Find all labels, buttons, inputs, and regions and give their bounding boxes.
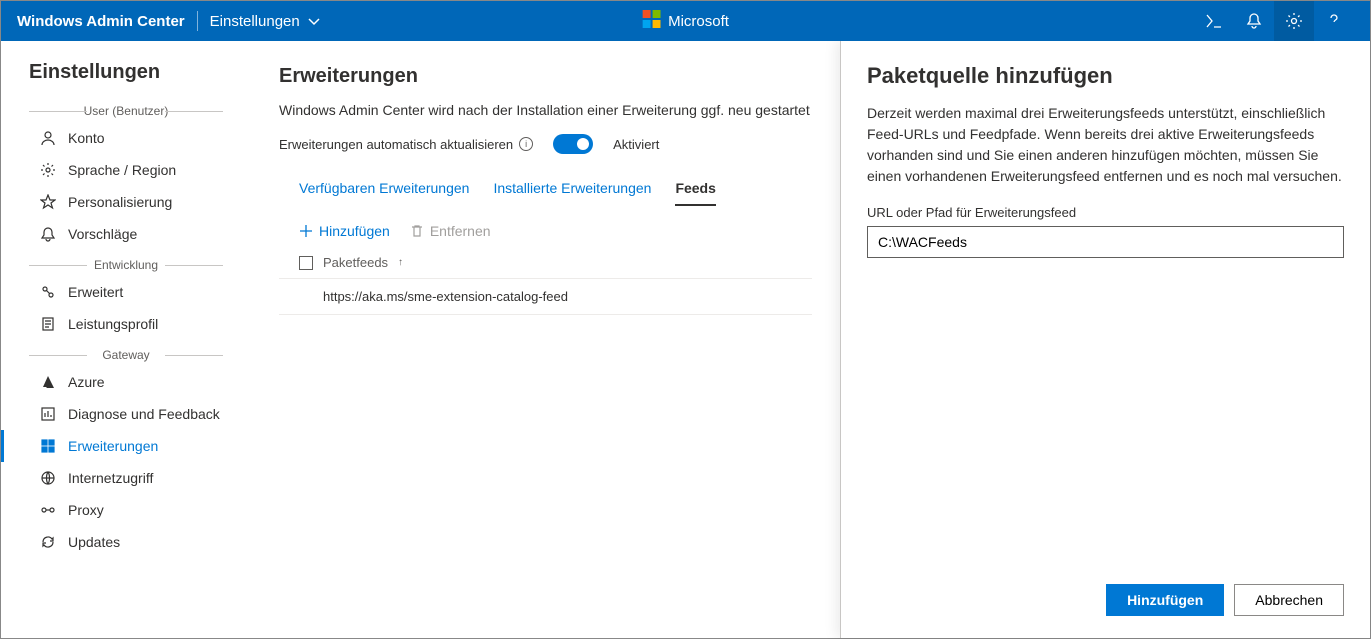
main-heading: Erweiterungen: [279, 65, 812, 88]
panel-heading: Paketquelle hinzufügen: [867, 63, 1344, 89]
tab-feeds[interactable]: Feeds: [675, 172, 715, 206]
auto-update-row: Erweiterungen automatisch aktualisieren …: [279, 134, 812, 154]
brand-label: Microsoft: [668, 13, 729, 30]
console-icon[interactable]: [1194, 1, 1234, 41]
app-title[interactable]: Windows Admin Center: [17, 13, 185, 30]
nav-proxy[interactable]: Proxy: [1, 494, 251, 526]
proxy-icon: [40, 502, 56, 518]
panel-description: Derzeit werden maximal drei Erweiterungs…: [867, 103, 1344, 187]
notification-icon[interactable]: [1234, 1, 1274, 41]
tabs: Verfügbaren Erweiterungen Installierte E…: [279, 172, 812, 207]
nav-label: Erweitert: [68, 284, 123, 300]
globe-icon: [40, 470, 56, 486]
brand: Microsoft: [642, 10, 729, 32]
nav-label: Leistungsprofil: [68, 316, 158, 332]
star-icon: [40, 194, 56, 210]
nav-vorschlaege[interactable]: Vorschläge: [1, 218, 251, 250]
topbar: Windows Admin Center Einstellungen Micro…: [1, 1, 1370, 41]
content: Einstellungen User (Benutzer) Konto Spra…: [1, 41, 1370, 638]
extensions-icon: [40, 438, 56, 454]
main: Erweiterungen Windows Admin Center wird …: [251, 41, 840, 638]
topbar-right: [1194, 1, 1354, 41]
microsoft-logo-icon: [642, 10, 660, 32]
azure-icon: [40, 374, 56, 390]
nav-label: Personalisierung: [68, 194, 172, 210]
nav-diagnose[interactable]: Diagnose und Feedback: [1, 398, 251, 430]
section-dev: Entwicklung: [29, 258, 223, 272]
person-icon: [40, 130, 56, 146]
settings-icon[interactable]: [1274, 1, 1314, 41]
chevron-down-icon: [306, 13, 322, 29]
nav-personalisierung[interactable]: Personalisierung: [1, 186, 251, 218]
gear-icon: [40, 162, 56, 178]
toolbar: Hinzufügen Entfernen: [279, 215, 812, 247]
nav-label: Updates: [68, 534, 120, 550]
divider: [197, 11, 198, 31]
help-icon[interactable]: [1314, 1, 1354, 41]
cancel-button[interactable]: Abbrechen: [1234, 584, 1344, 616]
tab-installed[interactable]: Installierte Erweiterungen: [493, 172, 651, 206]
info-icon[interactable]: i: [519, 137, 533, 151]
nav-label: Proxy: [68, 502, 104, 518]
sidebar: Einstellungen User (Benutzer) Konto Spra…: [1, 41, 251, 638]
tab-available[interactable]: Verfügbaren Erweiterungen: [299, 172, 469, 206]
nav-leistung[interactable]: Leistungsprofil: [1, 308, 251, 340]
chart-icon: [40, 406, 56, 422]
section-user: User (Benutzer): [29, 104, 223, 118]
toggle-state: Aktiviert: [613, 137, 659, 152]
input-label: URL oder Pfad für Erweiterungsfeed: [867, 205, 1344, 220]
nav-updates[interactable]: Updates: [1, 526, 251, 558]
nav-erweiterungen[interactable]: Erweiterungen: [1, 430, 251, 462]
page-heading: Einstellungen: [1, 61, 251, 96]
table-header: Paketfeeds ↑: [279, 247, 812, 279]
submit-button[interactable]: Hinzufügen: [1106, 584, 1224, 616]
wrench-icon: [40, 284, 56, 300]
trash-icon: [410, 224, 424, 238]
remove-button: Entfernen: [410, 223, 491, 239]
column-header[interactable]: Paketfeeds: [323, 255, 388, 270]
nav-konto[interactable]: Konto: [1, 122, 251, 154]
nav-azure[interactable]: Azure: [1, 366, 251, 398]
nav-erweitert[interactable]: Erweitert: [1, 276, 251, 308]
auto-update-toggle[interactable]: [553, 134, 593, 154]
table-row[interactable]: https://aka.ms/sme-extension-catalog-fee…: [279, 279, 812, 315]
nav-label: Internetzugriff: [68, 470, 153, 486]
side-panel: Paketquelle hinzufügen Derzeit werden ma…: [840, 41, 1370, 638]
nav-label: Sprache / Region: [68, 162, 176, 178]
refresh-icon: [40, 534, 56, 550]
feed-url-input[interactable]: [867, 226, 1344, 258]
section-gateway: Gateway: [29, 348, 223, 362]
nav-label: Erweiterungen: [68, 438, 158, 454]
auto-update-label: Erweiterungen automatisch aktualisieren …: [279, 137, 533, 152]
panel-footer: Hinzufügen Abbrechen: [867, 584, 1344, 616]
nav-label: Konto: [68, 130, 105, 146]
breadcrumb-settings[interactable]: Einstellungen: [210, 13, 322, 30]
nav-label: Vorschläge: [68, 226, 137, 242]
sort-ascending-icon: ↑: [398, 257, 403, 268]
main-subtitle: Windows Admin Center wird nach der Insta…: [279, 102, 812, 118]
nav-label: Diagnose und Feedback: [68, 406, 220, 422]
nav-internet[interactable]: Internetzugriff: [1, 462, 251, 494]
plus-icon: [299, 224, 313, 238]
topbar-left: Windows Admin Center Einstellungen: [17, 11, 322, 31]
nav-label: Azure: [68, 374, 105, 390]
select-all-checkbox[interactable]: [299, 256, 313, 270]
document-icon: [40, 316, 56, 332]
breadcrumb-label: Einstellungen: [210, 13, 300, 30]
bell-icon: [40, 226, 56, 242]
add-button[interactable]: Hinzufügen: [299, 223, 390, 239]
nav-sprache[interactable]: Sprache / Region: [1, 154, 251, 186]
